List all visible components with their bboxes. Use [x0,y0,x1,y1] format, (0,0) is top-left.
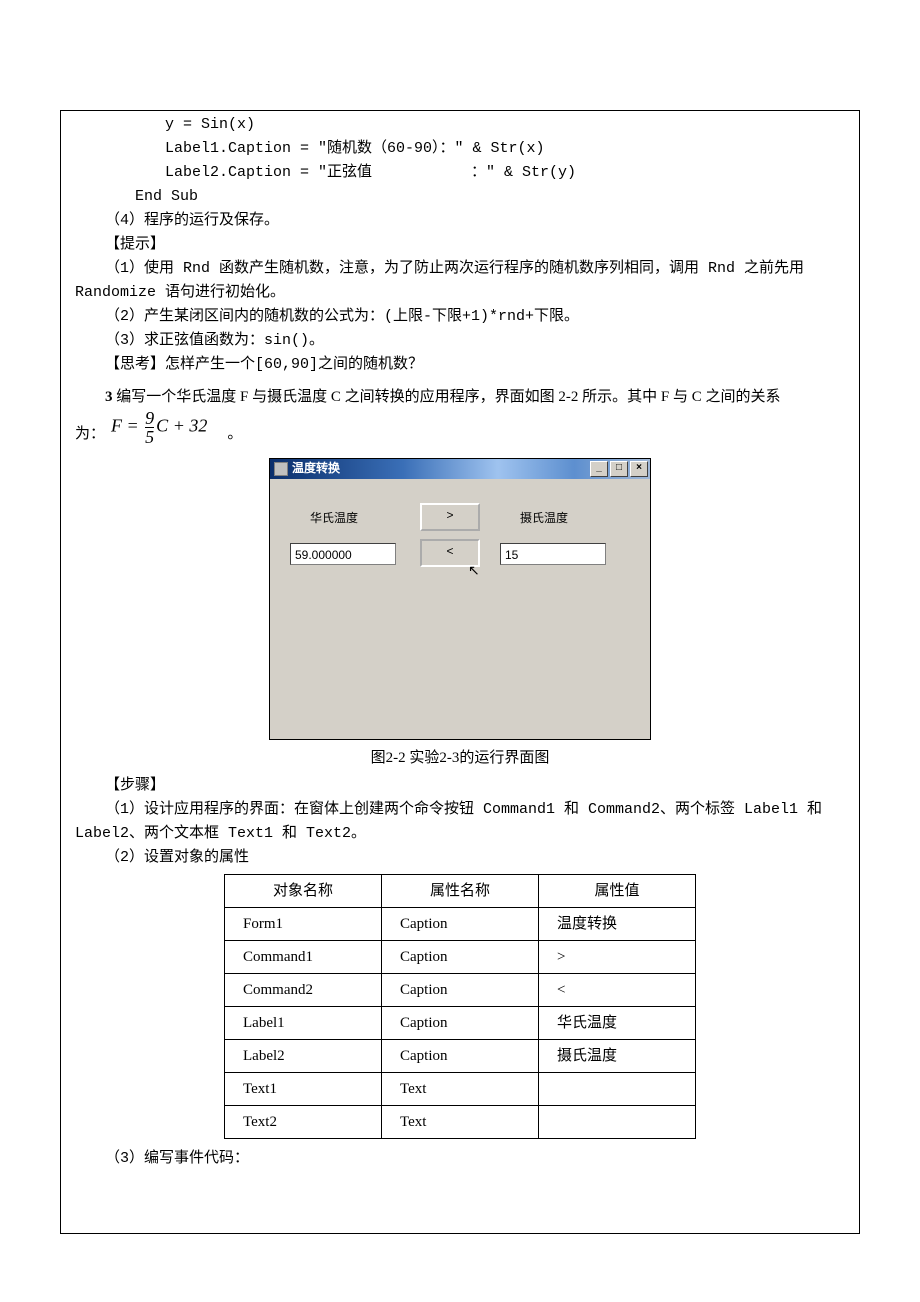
exercise-3-lead: 3 编写一个华氏温度 F 与摄氏温度 C 之间转换的应用程序，界面如图 2-2 … [75,385,845,409]
step-2: （2）设置对象的属性 [75,846,845,870]
table-row: Command1Caption> [225,941,696,974]
formula-eq: = [122,416,143,436]
code-line: Label2.Caption = "正弦值 ：" & Str(y) [75,161,845,185]
think-question: 【思考】怎样产生一个[60,90]之间的随机数？ [75,353,845,377]
cell: Text1 [225,1073,382,1106]
table-row: Label1Caption华氏温度 [225,1007,696,1040]
hint-heading: 【提示】 [75,233,845,257]
code-line: Label1.Caption = "随机数（60-90）：" & Str(x) [75,137,845,161]
hint-1: （1）使用 Rnd 函数产生随机数，注意，为了防止两次运行程序的随机数序列相同，… [75,257,845,305]
formula-tail: + 32 [168,416,207,436]
table-row: Command2Caption< [225,974,696,1007]
steps-heading: 【步骤】 [75,774,845,798]
cell: 华氏温度 [539,1007,696,1040]
celsius-textbox[interactable]: 15 [500,543,606,565]
fraction-denominator: 5 [145,427,154,446]
step-3: （3）编写事件代码： [75,1147,845,1171]
window-title: 温度转换 [292,459,340,478]
exercise-number: 3 [105,389,113,405]
properties-table: 对象名称 属性名称 属性值 Form1Caption温度转换 Command1C… [224,874,696,1139]
cell [539,1073,696,1106]
step-4: （4）程序的运行及保存。 [75,209,845,233]
code-line: y = Sin(x) [75,113,845,137]
table-row: Text2Text [225,1106,696,1139]
vb-titlebar: 温度转换 _ □ × [270,459,650,479]
cell: Label2 [225,1040,382,1073]
figure-caption: 图2-2 实验2-3的运行界面图 [75,746,845,770]
cell: Caption [382,941,539,974]
step-1: （1）设计应用程序的界面：在窗体上创建两个命令按钮 Command1 和 Com… [75,798,845,846]
cell: Label1 [225,1007,382,1040]
table-row: Text1Text [225,1073,696,1106]
th-object: 对象名称 [225,875,382,908]
cell: Command1 [225,941,382,974]
table-row: Label2Caption摄氏温度 [225,1040,696,1073]
formula-lhs: F [111,416,122,436]
cell: Caption [382,908,539,941]
cursor-icon: ↖ [468,559,480,581]
label-fahrenheit: 华氏温度 [310,509,358,528]
maximize-button[interactable]: □ [610,461,628,477]
label-celsius: 摄氏温度 [520,509,568,528]
close-button[interactable]: × [630,461,648,477]
formula-prefix: 为： [75,422,105,446]
hint-3: （3）求正弦值函数为：sin()。 [75,329,845,353]
cell: Command2 [225,974,382,1007]
formula-c: C [156,416,168,436]
cell: Caption [382,974,539,1007]
table-row: Form1Caption温度转换 [225,908,696,941]
formula-fraction: 95 [145,409,154,446]
convert-right-button[interactable]: > [420,503,480,531]
cell: Text2 [225,1106,382,1139]
formula-line: 为： F = 95C + 32 。 [75,409,845,446]
cell: 温度转换 [539,908,696,941]
cell: 摄氏温度 [539,1040,696,1073]
cell [539,1106,696,1139]
exercise-3-text: 编写一个华氏温度 F 与摄氏温度 C 之间转换的应用程序，界面如图 2-2 所示… [113,389,781,405]
th-prop: 属性名称 [382,875,539,908]
cell: Text [382,1073,539,1106]
hint-2: （2）产生某闭区间内的随机数的公式为：(上限-下限+1)*rnd+下限。 [75,305,845,329]
cell: Caption [382,1007,539,1040]
cell: Text [382,1106,539,1139]
code-end-sub: End Sub [75,185,845,209]
formula-suffix: 。 [227,422,242,446]
table-header-row: 对象名称 属性名称 属性值 [225,875,696,908]
formula: F = 95C + 32 [111,409,207,446]
vb-window-screenshot: 温度转换 _ □ × 华氏温度 摄氏温度 > 59.000000 < 15 ↖ [269,458,651,740]
fraction-numerator: 9 [145,409,154,427]
th-value: 属性值 [539,875,696,908]
cell: < [539,974,696,1007]
form-icon [274,462,288,476]
cell: Caption [382,1040,539,1073]
cell: > [539,941,696,974]
minimize-button[interactable]: _ [590,461,608,477]
fahrenheit-textbox[interactable]: 59.000000 [290,543,396,565]
cell: Form1 [225,908,382,941]
